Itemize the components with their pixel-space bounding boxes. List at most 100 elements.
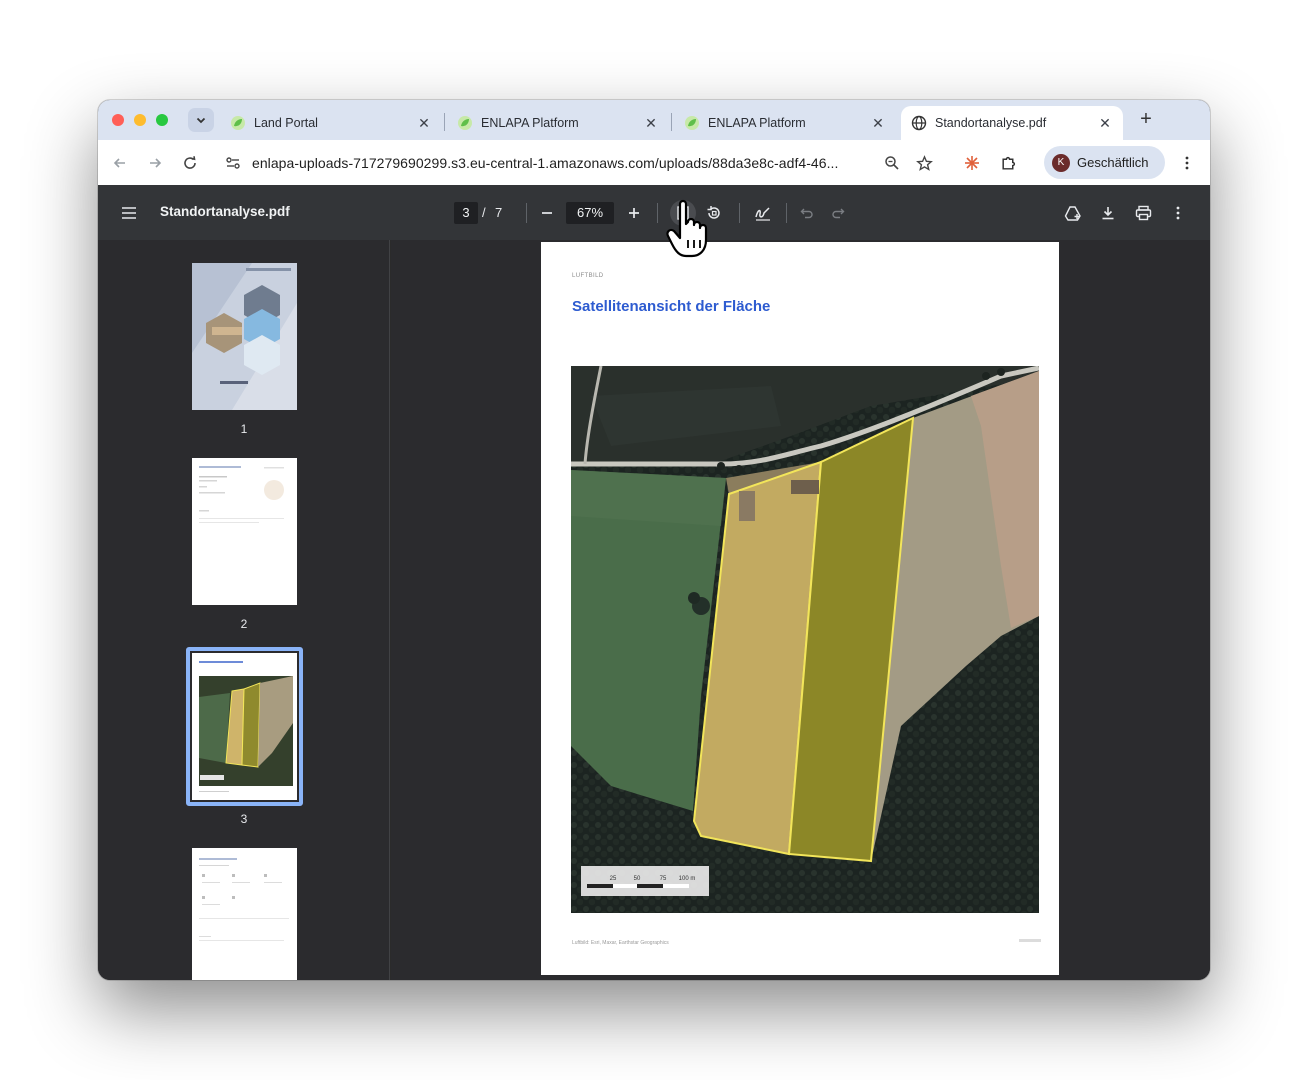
satellite-map: 25 50 75 100 m: [571, 366, 1039, 913]
close-tab-icon[interactable]: ✕: [870, 115, 886, 131]
text-page-preview: [199, 858, 289, 941]
address-bar[interactable]: enlapa-uploads-717279690299.s3.eu-centra…: [214, 146, 940, 179]
profile-label: Geschäftlich: [1077, 155, 1149, 170]
forward-button[interactable]: [143, 151, 167, 175]
thumbnail-page-3[interactable]: [192, 653, 297, 800]
text-page-preview: [199, 466, 284, 523]
zoom-indicator-button[interactable]: [880, 151, 904, 175]
thumbnail-page-1[interactable]: [192, 263, 297, 410]
toolbar-divider: [786, 203, 787, 223]
zoom-level-input[interactable]: 67%: [566, 202, 614, 224]
bookmark-button[interactable]: [912, 151, 936, 175]
pdf-title: Standortanalyse.pdf: [160, 204, 290, 219]
url-text[interactable]: enlapa-uploads-717279690299.s3.eu-centra…: [252, 155, 940, 171]
pdf-page: LUFTBILD Satellitenansicht der Fläche 25…: [541, 242, 1059, 975]
kebab-menu-icon: [1176, 206, 1180, 220]
save-to-drive-button[interactable]: [1062, 202, 1084, 224]
pdf-more-options-button[interactable]: [1167, 202, 1189, 224]
navigation-bar: enlapa-uploads-717279690299.s3.eu-centra…: [98, 140, 1210, 185]
tab-enlapa-platform-1[interactable]: ENLAPA Platform ✕: [447, 106, 669, 140]
new-tab-button[interactable]: +: [1134, 108, 1158, 132]
page-title: Satellitenansicht der Fläche: [572, 298, 771, 315]
toolbar-divider: [739, 203, 740, 223]
page-kicker: LUFTBILD: [572, 273, 604, 279]
chevron-down-icon: [196, 117, 206, 124]
maximize-window-button[interactable]: [156, 114, 168, 126]
thumbnail-page-2[interactable]: [192, 458, 297, 605]
printer-icon: [1135, 205, 1151, 221]
thumbnail-number: 1: [240, 422, 248, 436]
page-number-mark: [1019, 939, 1041, 942]
avatar: K: [1052, 153, 1070, 172]
tab-title: Standortanalyse.pdf: [935, 116, 1047, 130]
sparkle-extension-icon: [965, 156, 979, 170]
cover-page-illustration: [192, 263, 297, 410]
page-footer: Luftbild: Esri, Maxar, Earthstar Geograp…: [572, 940, 669, 946]
plus-icon: [629, 208, 639, 218]
minimize-window-button[interactable]: [134, 114, 146, 126]
tab-title: ENLAPA Platform: [708, 116, 806, 130]
extensions-menu-button[interactable]: [996, 151, 1020, 175]
scale-label: 75: [660, 876, 667, 882]
tab-divider: [444, 113, 445, 131]
browser-menu-button[interactable]: [1175, 151, 1199, 175]
tab-divider: [671, 113, 672, 131]
tab-enlapa-platform-2[interactable]: ENLAPA Platform ✕: [674, 106, 896, 140]
page-number-input[interactable]: 3: [454, 202, 478, 224]
minus-icon: [542, 212, 552, 214]
page-separator: /: [482, 205, 486, 220]
globe-icon: [911, 115, 927, 131]
site-settings-icon[interactable]: [224, 154, 242, 172]
reload-button[interactable]: [178, 151, 202, 175]
zoom-in-button[interactable]: [623, 202, 645, 224]
scale-label: 25: [610, 876, 617, 882]
reload-icon: [184, 156, 196, 169]
pdf-viewer[interactable]: LUFTBILD Satellitenansicht der Fläche 25…: [391, 240, 1210, 980]
kebab-menu-icon: [1185, 156, 1189, 170]
undo-icon: [800, 208, 813, 219]
hamburger-menu-icon: [122, 207, 136, 219]
thumbnail-page-4[interactable]: [192, 848, 297, 980]
download-button[interactable]: [1097, 202, 1119, 224]
thumbnail-number: 3: [240, 812, 248, 826]
redo-button[interactable]: [827, 202, 849, 224]
undo-button[interactable]: [796, 202, 818, 224]
enlapa-leaf-icon: [231, 116, 245, 130]
close-tab-icon[interactable]: ✕: [416, 115, 432, 131]
satellite-page-preview: [199, 661, 293, 792]
back-button[interactable]: [108, 151, 132, 175]
magnifier-icon: [885, 156, 899, 170]
scale-label: 100 m: [679, 876, 696, 882]
arrow-left-icon: [113, 158, 125, 168]
close-tab-icon[interactable]: ✕: [1097, 115, 1113, 131]
arrow-right-icon: [150, 158, 162, 168]
satellite-image: 25 50 75 100 m: [571, 366, 1039, 913]
star-icon: [915, 154, 933, 171]
thumbnail-sidebar: 1 2 3: [98, 240, 390, 980]
enlapa-leaf-icon: [458, 116, 472, 130]
print-button[interactable]: [1132, 202, 1154, 224]
scale-label: 50: [634, 876, 641, 882]
tab-title: Land Portal: [254, 116, 318, 130]
tab-standortanalyse-pdf[interactable]: Standortanalyse.pdf ✕: [901, 106, 1123, 140]
tab-land-portal[interactable]: Land Portal ✕: [220, 106, 442, 140]
thumbnail-number: 2: [240, 617, 248, 631]
toolbar-divider: [526, 203, 527, 223]
tab-strip: Land Portal ✕ ENLAPA Platform ✕ ENLAPA P…: [98, 100, 1210, 140]
profile-button[interactable]: K Geschäftlich: [1044, 146, 1165, 179]
redo-icon: [832, 208, 845, 219]
annotate-button[interactable]: [752, 202, 774, 224]
toggle-sidebar-button[interactable]: [118, 202, 140, 224]
draw-signature-icon: [755, 207, 770, 221]
zoom-out-button[interactable]: [536, 202, 558, 224]
tab-search-button[interactable]: [188, 108, 214, 132]
toolbar-divider: [657, 203, 658, 223]
drive-add-icon: [1064, 206, 1081, 221]
close-window-button[interactable]: [112, 114, 124, 126]
close-tab-icon[interactable]: ✕: [643, 115, 659, 131]
pdf-toolbar: Standortanalyse.pdf 3 / 7 67%: [98, 185, 1210, 240]
extension-button[interactable]: [960, 151, 984, 175]
puzzle-icon: [1001, 156, 1015, 170]
hand-pointer-icon: [666, 199, 708, 258]
browser-window: Land Portal ✕ ENLAPA Platform ✕ ENLAPA P…: [98, 100, 1210, 980]
